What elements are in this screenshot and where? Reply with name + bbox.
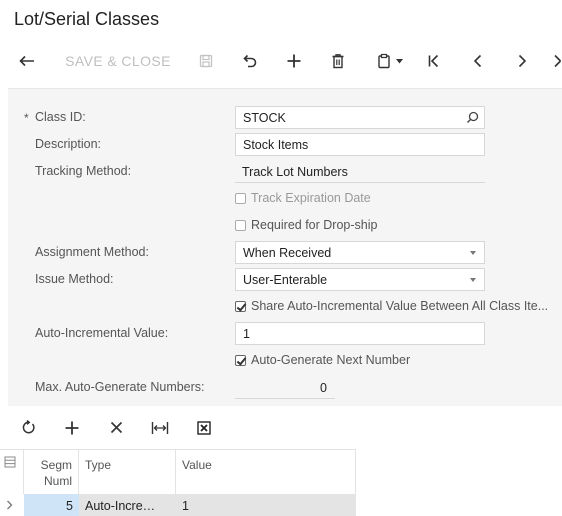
tracking-method-label: Tracking Method: <box>35 164 132 178</box>
assignment-method-select[interactable]: When Received <box>235 241 485 264</box>
previous-record-button[interactable] <box>464 44 492 78</box>
last-record-icon <box>552 54 562 68</box>
row-pointer-icon <box>0 494 24 516</box>
issue-method-select[interactable]: User-Enterable <box>235 268 485 291</box>
undo-icon <box>242 54 258 68</box>
first-record-button[interactable] <box>420 44 448 78</box>
auto-generate-next-number-label: Auto-Generate Next Number <box>251 353 411 367</box>
row-selector-header[interactable] <box>0 450 24 494</box>
issue-method-value: User-Enterable <box>243 273 328 287</box>
arrow-left-icon <box>18 54 36 68</box>
table-row[interactable]: 5 Auto-Incre… 1 <box>0 494 356 516</box>
segments-grid: Segm Numl Type Value 5 Auto-Incre… 1 <box>0 449 356 516</box>
add-row-button[interactable] <box>58 414 86 444</box>
save-button[interactable] <box>193 44 219 78</box>
add-button[interactable] <box>280 44 308 78</box>
chevron-left-icon <box>473 54 483 68</box>
plus-icon <box>64 420 80 439</box>
chevron-down-icon <box>396 58 403 64</box>
tracking-method-value: Track Lot Numbers <box>235 160 485 183</box>
cell-segment[interactable]: 5 <box>24 494 79 516</box>
next-record-button[interactable] <box>508 44 536 78</box>
fit-width-icon <box>151 421 169 438</box>
required-for-drop-ship-checkbox[interactable]: Required for Drop-ship <box>235 218 377 232</box>
main-toolbar: SAVE & CLOSE <box>0 44 562 78</box>
column-header-type[interactable]: Type <box>79 450 176 494</box>
export-excel-button[interactable] <box>190 414 218 444</box>
class-id-field[interactable]: STOCK <box>235 106 485 129</box>
segment-header-line2: Numl <box>43 474 72 488</box>
chevron-right-icon <box>517 54 527 68</box>
column-chooser-icon[interactable] <box>4 456 16 471</box>
auto-generate-next-number-checkbox[interactable]: Auto-Generate Next Number <box>235 353 410 367</box>
required-for-drop-ship-label: Required for Drop-ship <box>251 218 378 232</box>
class-id-value: STOCK <box>243 111 286 125</box>
grid-toolbar <box>0 414 562 444</box>
save-icon <box>199 54 213 68</box>
grid-header: Segm Numl Type Value <box>0 450 356 494</box>
refresh-icon <box>21 419 36 438</box>
checkbox-box <box>235 192 246 204</box>
copy-paste-menu-button[interactable] <box>370 44 410 78</box>
cell-type[interactable]: Auto-Incre… <box>79 494 176 516</box>
dropdown-caret-icon <box>470 278 476 282</box>
share-auto-incremental-checkbox[interactable]: Share Auto-Incremental Value Between All… <box>235 299 548 313</box>
plus-icon <box>286 53 302 69</box>
delete-row-button[interactable] <box>102 414 130 444</box>
auto-incremental-value-field[interactable]: 1 <box>235 322 485 345</box>
column-header-segment[interactable]: Segm Numl <box>24 450 79 494</box>
undo-button[interactable] <box>236 44 264 78</box>
auto-incremental-value-label: Auto-Incremental Value: <box>35 326 169 340</box>
assignment-method-label: Assignment Method: <box>35 245 149 259</box>
column-header-value[interactable]: Value <box>176 450 356 494</box>
excel-icon <box>197 420 211 438</box>
trash-icon <box>331 53 345 69</box>
description-label: Description: <box>35 137 101 151</box>
description-field[interactable]: Stock Items <box>235 133 485 156</box>
checkbox-box-checked <box>235 300 246 312</box>
checkbox-box <box>235 219 246 231</box>
dropdown-caret-icon <box>470 251 476 255</box>
cell-value[interactable]: 1 <box>176 494 356 516</box>
save-and-close-button[interactable]: SAVE & CLOSE <box>58 44 178 78</box>
segment-header-line1: Segm <box>40 458 72 472</box>
fit-columns-button[interactable] <box>146 414 174 444</box>
assignment-method-value: When Received <box>243 246 332 260</box>
first-record-icon <box>427 54 441 68</box>
class-id-label: Class ID: <box>35 110 86 124</box>
share-auto-incremental-label: Share Auto-Incremental Value Between All… <box>251 299 549 313</box>
back-button[interactable] <box>12 44 42 78</box>
track-expiration-date-label: Track Expiration Date <box>251 191 371 205</box>
delete-button[interactable] <box>324 44 352 78</box>
close-icon <box>110 421 123 437</box>
max-auto-generate-numbers-field[interactable]: 0 <box>235 377 335 399</box>
clipboard-icon <box>377 53 391 69</box>
checkbox-box-checked <box>235 354 246 366</box>
issue-method-label: Issue Method: <box>35 272 114 286</box>
search-icon[interactable] <box>466 111 479 127</box>
track-expiration-date-checkbox[interactable]: Track Expiration Date <box>235 191 371 205</box>
required-marker: * <box>24 111 29 125</box>
refresh-button[interactable] <box>14 414 42 444</box>
last-record-button[interactable] <box>552 44 562 78</box>
max-auto-generate-numbers-label: Max. Auto-Generate Numbers: <box>35 380 205 394</box>
page-title: Lot/Serial Classes <box>14 9 160 29</box>
